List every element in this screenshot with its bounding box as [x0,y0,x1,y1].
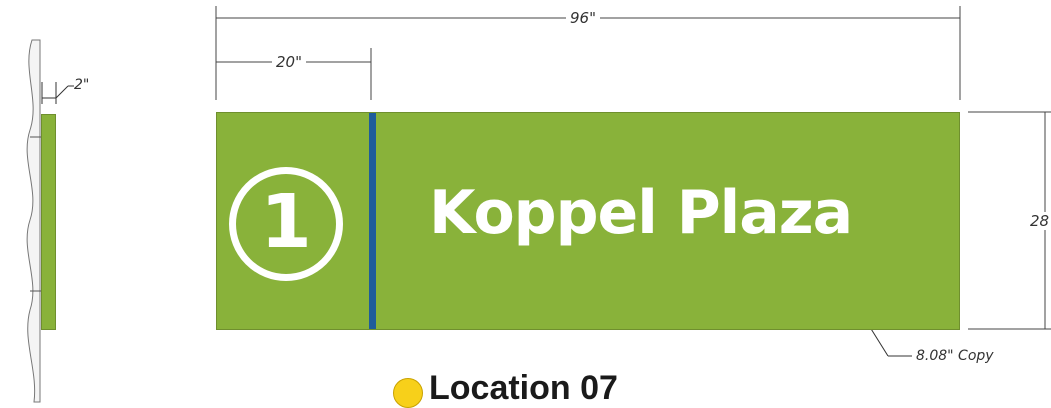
sign-front-view: 1 Koppel Plaza [216,112,960,330]
sign-name: Koppel Plaza [429,178,853,248]
location-marker-icon [393,378,423,408]
overall-width-label: 96" [566,9,600,27]
wall-profile [26,39,41,403]
location-title: Location 07 [429,369,618,407]
sign-number: 1 [260,179,312,265]
sign-side-view [41,114,56,330]
copy-height-callout: 8.08" Copy [916,348,994,364]
depth-label: 2" [74,76,90,94]
height-label: 28 [1026,212,1051,230]
blue-divider-stripe [369,113,376,329]
number-circle: 1 [229,167,343,281]
location-heading: Location 07 [393,368,618,408]
panel-width-label: 20" [272,53,306,71]
